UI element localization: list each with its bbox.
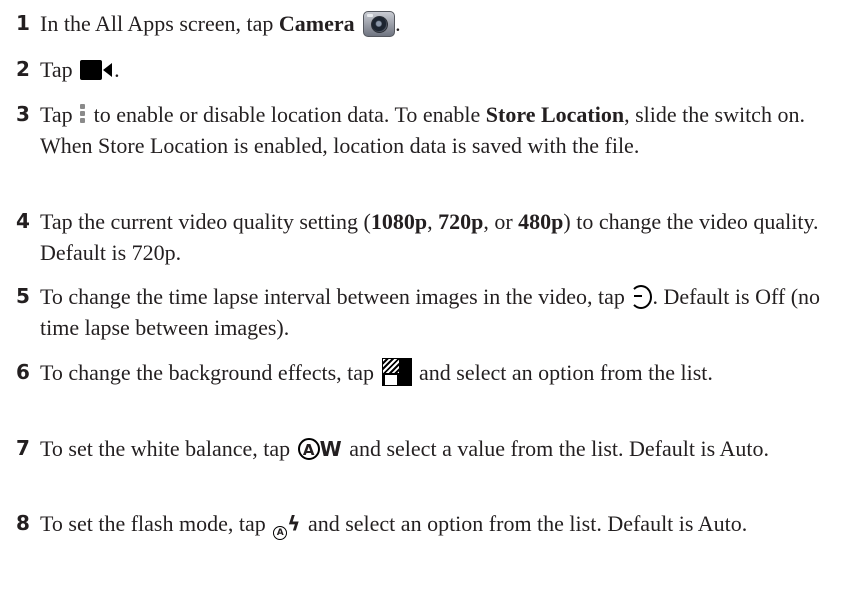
background-effects-icon [381,357,412,386]
step-text: Tap to enable or disable location data. … [40,102,805,158]
step-text: Tap the current video quality setting (1… [40,209,819,265]
time-lapse-icon [630,284,653,309]
step-text: To set the flash mode, tap Aϟ and select… [40,508,846,542]
step-7: 7 To set the white balance, tap AW and s… [16,433,846,467]
step-text: In the All Apps screen, tap Camera . [40,10,401,37]
step-text: To set the white balance, tap AW and sel… [40,433,846,467]
step-8: 8 To set the flash mode, tap Aϟ and sele… [16,508,846,542]
white-balance-icon: AW [297,433,342,465]
step-text: To change the background effects, tap an… [40,357,846,389]
step-2: 2 Tap . [16,54,846,85]
camera-app-icon [363,10,396,37]
step-number: 7 [16,436,30,460]
vertical-ellipsis-icon [79,103,87,125]
step-4: 4 Tap the current video quality setting … [16,206,846,268]
step-number: 4 [16,209,30,233]
step-number: 6 [16,360,30,384]
step-number: 2 [16,57,30,81]
step-text: Tap . [40,57,120,82]
step-number: 1 [16,11,30,35]
step-6: 6 To change the background effects, tap … [16,357,846,389]
step-1: 1 In the All Apps screen, tap Camera . [16,8,846,39]
step-text: To change the time lapse interval betwee… [40,284,821,340]
step-5: 5 To change the time lapse interval betw… [16,281,846,343]
step-3: 3 Tap to enable or disable location data… [16,99,846,161]
step-number: 5 [16,284,30,308]
flash-mode-icon: Aϟ [273,508,300,540]
step-number: 8 [16,511,30,535]
step-number: 3 [16,102,30,126]
instruction-page: 1 In the All Apps screen, tap Camera . 2… [0,0,855,611]
video-camera-icon [80,59,114,80]
